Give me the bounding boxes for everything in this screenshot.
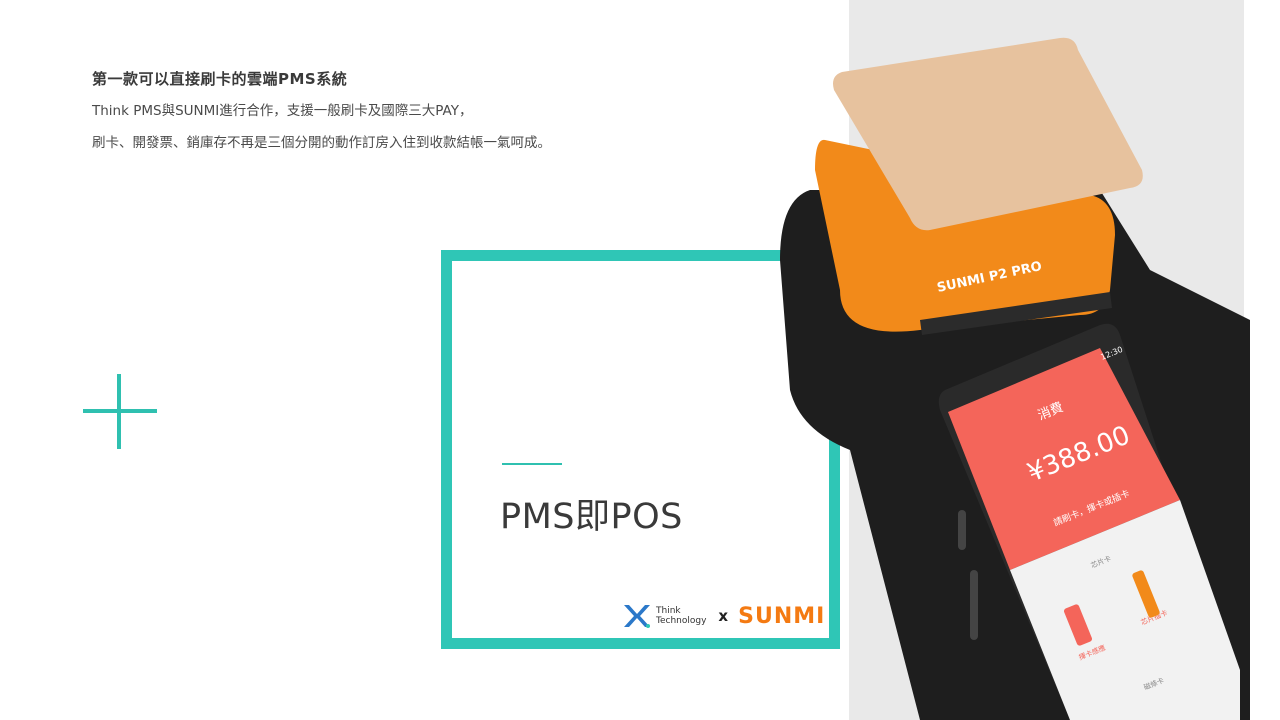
intro-line-1: Think PMS與SUNMI進行合作，支援一般刷卡及國際三大PAY， (92, 103, 473, 119)
pos-device-illustration: SUNMI P2 PRO 消費 ¥388.00 請刷卡，揮卡或插卡 12:30 … (780, 37, 1250, 720)
intro-block: 第一款可以直接刷卡的雲端PMS系統 Think PMS與SUNMI進行合作，支援… (92, 68, 551, 163)
side-button-lower (970, 570, 978, 640)
think-line-1: Think (656, 606, 681, 616)
plus-decoration-vertical (117, 374, 121, 449)
intro-line-2: 刷卡、開發票、銷庫存不再是三個分開的動作訂房入住到收款結帳一氣呵成。 (92, 135, 551, 151)
think-technology-text: Think Technology (656, 606, 706, 626)
side-button-upper (958, 510, 966, 550)
headline: PMS即POS (500, 497, 683, 537)
think-line-2: Technology (656, 616, 707, 626)
collab-times: x (718, 607, 729, 625)
think-technology-x-logo-icon (624, 605, 650, 628)
headline-rule (502, 463, 562, 465)
intro-title: 第一款可以直接刷卡的雲端PMS系統 (92, 70, 348, 88)
